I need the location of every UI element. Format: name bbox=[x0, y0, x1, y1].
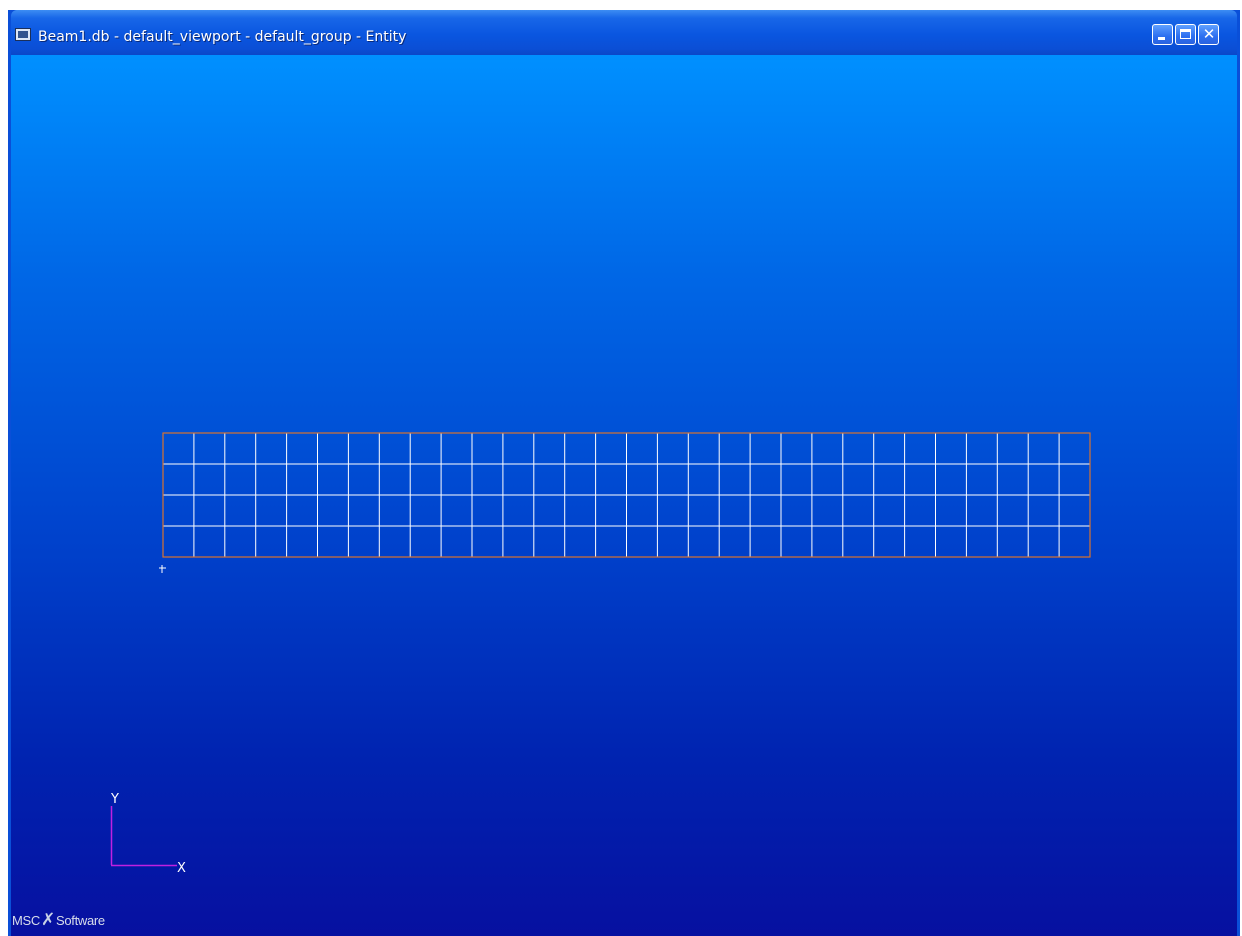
title-bar[interactable]: Beam1.db - default_viewport - default_gr… bbox=[11, 10, 1237, 55]
y-axis-label: Y bbox=[110, 792, 119, 807]
app-window-icon-screen bbox=[18, 31, 28, 38]
close-icon: ✕ bbox=[1202, 25, 1216, 43]
msc-software-logo: MSC✗Software bbox=[12, 910, 105, 930]
close-button[interactable]: ✕ bbox=[1198, 24, 1219, 45]
minimize-icon bbox=[1158, 37, 1165, 40]
maximize-icon bbox=[1180, 29, 1191, 39]
mesh-origin-marker bbox=[159, 565, 166, 573]
coordinate-triad: Y X bbox=[110, 792, 186, 876]
application-window: Beam1.db - default_viewport - default_gr… bbox=[8, 10, 1240, 936]
window-title: Beam1.db - default_viewport - default_gr… bbox=[38, 29, 407, 45]
graphics-viewport[interactable]: Y X MSC✗Software bbox=[11, 55, 1237, 936]
viewport-scene: Y X bbox=[110, 432, 1091, 876]
app-window-icon[interactable] bbox=[15, 28, 31, 41]
minimize-button[interactable] bbox=[1152, 24, 1173, 45]
logo-software-text: Software bbox=[55, 913, 105, 928]
logo-msc-text: MSC bbox=[12, 913, 40, 928]
maximize-button[interactable] bbox=[1175, 24, 1196, 45]
beam-mesh[interactable] bbox=[162, 432, 1091, 558]
logo-swoosh-icon: ✗ bbox=[41, 910, 55, 929]
x-axis-label: X bbox=[177, 861, 186, 876]
